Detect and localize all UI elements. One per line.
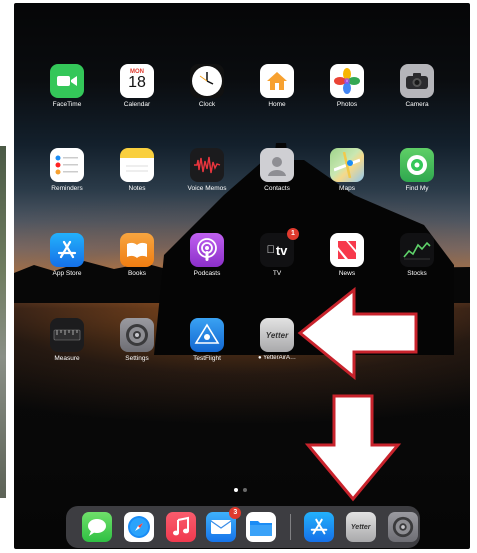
app-label: Stocks bbox=[407, 270, 427, 277]
yetter-icon[interactable]: Yetter bbox=[345, 512, 376, 542]
yetter-icon: Yetter bbox=[260, 318, 294, 352]
app-stocks[interactable]: Stocks bbox=[387, 233, 447, 277]
app-label: Contacts bbox=[264, 185, 290, 192]
page-dot bbox=[243, 488, 247, 492]
app-label: Camera bbox=[405, 101, 429, 108]
dock-separator bbox=[289, 514, 291, 540]
home-icon bbox=[260, 64, 294, 98]
app-news[interactable]: News bbox=[317, 233, 377, 277]
yetter-icon-text: Yetter bbox=[265, 330, 289, 340]
app-label: Books bbox=[127, 270, 147, 277]
app-label: News bbox=[338, 270, 356, 277]
calendar-icon: MON 18 bbox=[120, 64, 154, 98]
app-camera[interactable]: Camera bbox=[387, 64, 447, 108]
books-icon bbox=[120, 233, 154, 267]
notification-badge: 1 bbox=[287, 228, 299, 240]
dock: 3 Yetter bbox=[66, 506, 420, 548]
tv-icon-text: tv bbox=[271, 242, 288, 258]
settings-icon bbox=[120, 318, 154, 352]
app-label: Maps bbox=[339, 185, 355, 192]
music-icon[interactable] bbox=[166, 512, 197, 542]
app-label: Podcasts bbox=[193, 270, 221, 277]
page-indicator[interactable] bbox=[234, 488, 247, 492]
app-label: Voice Memos bbox=[187, 185, 227, 192]
contacts-icon bbox=[260, 148, 294, 182]
yetter-icon-text: Yetter bbox=[350, 523, 371, 531]
app-maps[interactable]: Maps bbox=[317, 148, 377, 192]
app-label: TV bbox=[272, 270, 282, 277]
background-photo-edge bbox=[0, 146, 6, 498]
page-dot-active bbox=[234, 488, 238, 492]
messages-icon[interactable] bbox=[82, 512, 113, 542]
app-label: Settings bbox=[125, 355, 149, 362]
app-label: Calendar bbox=[123, 101, 151, 108]
settings-icon[interactable] bbox=[387, 512, 418, 542]
app-label: Home bbox=[268, 101, 286, 108]
app-label: FaceTime bbox=[52, 101, 82, 108]
notification-badge: 3 bbox=[229, 507, 242, 519]
stocks-icon bbox=[400, 233, 434, 267]
camera-icon bbox=[400, 64, 434, 98]
app-settings[interactable]: Settings bbox=[107, 318, 167, 362]
find-my-icon bbox=[400, 148, 434, 182]
app-reminders[interactable]: Reminders bbox=[37, 148, 97, 192]
app-calendar[interactable]: MON 18 Calendar bbox=[107, 64, 167, 108]
notes-icon bbox=[120, 148, 154, 182]
clock-icon bbox=[190, 64, 224, 98]
maps-icon bbox=[330, 148, 364, 182]
reminders-icon bbox=[50, 148, 84, 182]
app-clock[interactable]: Clock bbox=[177, 64, 237, 108]
app-store-icon[interactable] bbox=[303, 512, 334, 542]
testflight-icon bbox=[190, 318, 224, 352]
app-home[interactable]: Home bbox=[247, 64, 307, 108]
podcasts-icon bbox=[190, 233, 224, 267]
app-label: Clock bbox=[198, 101, 216, 108]
app-voice-memos[interactable]: Voice Memos bbox=[177, 148, 237, 192]
app-label: Notes bbox=[128, 185, 146, 192]
app-facetime[interactable]: FaceTime bbox=[37, 64, 97, 108]
app-label: TestFlight bbox=[193, 355, 221, 362]
down-arrow-annotation bbox=[304, 394, 402, 502]
app-podcasts[interactable]: Podcasts bbox=[177, 233, 237, 277]
app-testflight[interactable]: TestFlight bbox=[177, 318, 237, 362]
app-notes[interactable]: Notes bbox=[107, 148, 167, 192]
photos-icon bbox=[330, 64, 364, 98]
app-books[interactable]: Books bbox=[107, 233, 167, 277]
app-label: Reminders bbox=[51, 185, 83, 192]
app-find-my[interactable]: Find My bbox=[387, 148, 447, 192]
facetime-icon bbox=[50, 64, 84, 98]
app-label: App Store bbox=[52, 270, 82, 277]
measure-icon bbox=[50, 318, 84, 352]
app-tv[interactable]: tv 1 TV bbox=[247, 228, 307, 277]
app-store-icon bbox=[50, 233, 84, 267]
app-measure[interactable]: Measure bbox=[37, 318, 97, 362]
app-contacts[interactable]: Contacts bbox=[247, 148, 307, 192]
voice-memos-icon bbox=[190, 148, 224, 182]
left-arrow-annotation bbox=[297, 286, 418, 381]
files-icon[interactable] bbox=[246, 512, 277, 542]
app-label: Find My bbox=[405, 185, 429, 192]
calendar-day-number: 18 bbox=[128, 74, 146, 91]
app-label: Measure bbox=[54, 355, 80, 362]
app-app-store[interactable]: App Store bbox=[37, 233, 97, 277]
app-photos[interactable]: Photos bbox=[317, 64, 377, 108]
ipad-home-screen: FaceTime MON 18 Calendar Clock Home Phot… bbox=[14, 3, 470, 549]
news-icon bbox=[330, 233, 364, 267]
safari-icon[interactable] bbox=[124, 512, 155, 542]
app-label: Photos bbox=[336, 101, 358, 108]
